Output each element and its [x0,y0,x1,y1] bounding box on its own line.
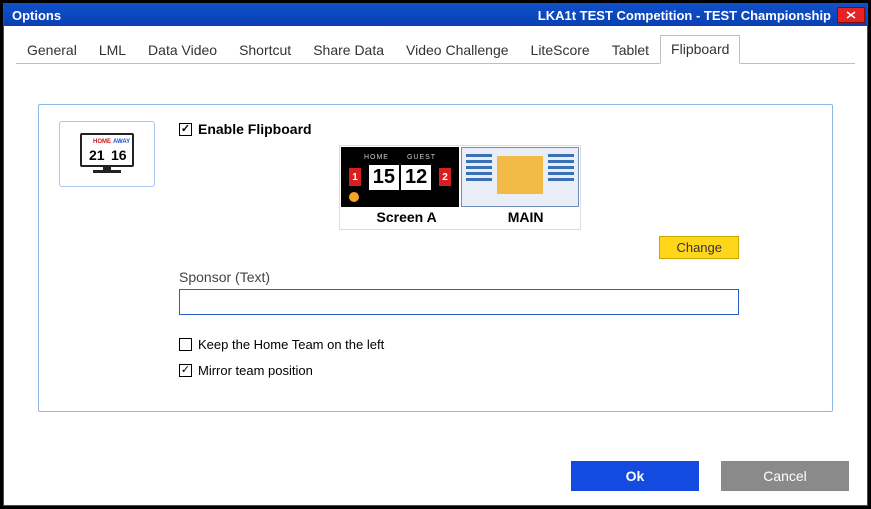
tab-label: Tablet [612,42,649,58]
preview-left-rank: 1 [349,168,361,186]
sponsor-label: Sponsor (Text) [179,269,812,285]
tab-video-challenge[interactable]: Video Challenge [395,36,520,64]
keep-home-left-label: Keep the Home Team on the left [198,337,384,352]
svg-text:21: 21 [89,147,105,163]
preview-score-left: 15 [369,165,399,190]
tab-litescore[interactable]: LiteScore [520,36,601,64]
tab-label: LML [99,42,126,58]
preview-guest-label: GUEST [407,154,436,161]
ok-button[interactable]: Ok [571,461,699,491]
preview-score-right: 12 [401,165,431,190]
tab-label: Flipboard [671,41,729,57]
flipboard-panel: HOME AWAY 21 16 Enable Flipboard [38,104,833,412]
tab-tablet[interactable]: Tablet [601,36,660,64]
tab-general[interactable]: General [16,36,88,64]
preview-label-screen-a: Screen A [377,209,437,225]
tab-label: Shortcut [239,42,291,58]
svg-text:AWAY: AWAY [113,139,130,145]
close-button[interactable] [837,7,865,23]
close-icon [846,11,856,19]
screen-previews: HOME GUEST 1 1512 2 [339,145,581,230]
tab-label: Share Data [313,42,384,58]
volleyball-icon [349,192,359,202]
svg-text:16: 16 [111,147,127,163]
flipboard-icon: HOME AWAY 21 16 [59,121,155,187]
tab-share-data[interactable]: Share Data [302,36,395,64]
tab-lml[interactable]: LML [88,36,137,64]
mirror-team-label: Mirror team position [198,363,313,378]
window-subtitle: LKA1t TEST Competition - TEST Championsh… [538,8,831,23]
enable-flipboard-label: Enable Flipboard [198,121,312,137]
tab-label: General [27,42,77,58]
titlebar: Options LKA1t TEST Competition - TEST Ch… [4,4,867,26]
tab-shortcut[interactable]: Shortcut [228,36,302,64]
keep-home-left-checkbox[interactable] [179,338,192,351]
tab-label: Data Video [148,42,217,58]
sponsor-input[interactable] [179,289,739,315]
preview-main[interactable] [461,147,579,207]
tab-flipboard[interactable]: Flipboard [660,35,740,64]
tab-data-video[interactable]: Data Video [137,36,228,64]
preview-label-main: MAIN [508,209,544,225]
mirror-team-checkbox[interactable] [179,364,192,377]
window-title: Options [12,8,61,23]
svg-text:HOME: HOME [93,139,111,145]
tab-strip: General LML Data Video Shortcut Share Da… [16,36,855,64]
enable-flipboard-checkbox[interactable] [179,123,192,136]
tab-label: Video Challenge [406,42,509,58]
change-button[interactable]: Change [659,236,739,259]
preview-right-rank: 2 [439,168,451,186]
preview-home-label: HOME [364,154,389,161]
cancel-button[interactable]: Cancel [721,461,849,491]
preview-screen-a[interactable]: HOME GUEST 1 1512 2 [341,147,459,207]
tab-label: LiteScore [531,42,590,58]
